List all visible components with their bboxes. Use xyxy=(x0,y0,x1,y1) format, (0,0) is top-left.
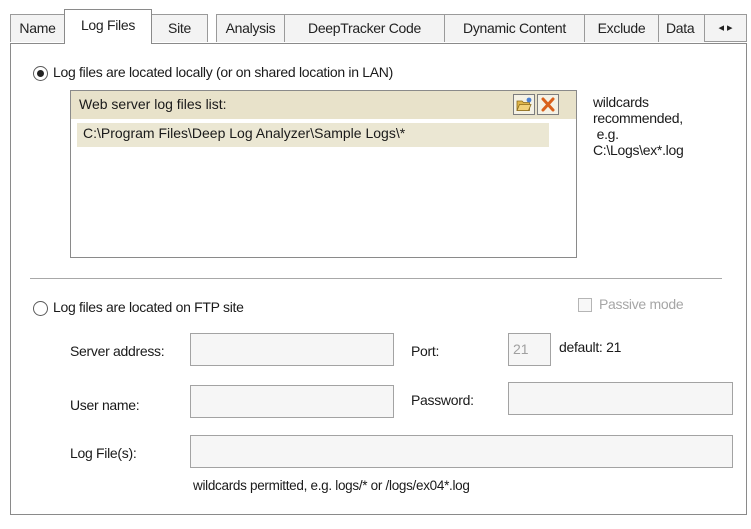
hint-line: e.g. xyxy=(593,126,619,142)
hint-line: wildcards xyxy=(593,94,649,110)
server-address-label: Server address: xyxy=(70,343,165,359)
tab-site[interactable]: Site xyxy=(151,14,208,42)
remove-log-file-button[interactable] xyxy=(537,94,559,115)
tab-exclude[interactable]: Exclude xyxy=(584,14,659,42)
tab-deeptracker-code[interactable]: DeepTracker Code xyxy=(284,14,445,42)
port-default-label: default: 21 xyxy=(559,339,622,355)
password-label: Password: xyxy=(411,392,474,408)
add-log-file-button[interactable] xyxy=(513,94,535,115)
scroll-left-icon[interactable]: ◂ xyxy=(718,22,724,34)
tab-strip: Name Log Files Site Analysis DeepTracker… xyxy=(0,0,751,44)
ftp-radio-label[interactable]: Log files are located on FTP site xyxy=(53,299,244,315)
tab-analysis[interactable]: Analysis xyxy=(216,14,285,42)
tab-log-files[interactable]: Log Files xyxy=(64,9,152,44)
hint-line: recommended, xyxy=(593,110,683,126)
list-item[interactable]: C:\Program Files\Deep Log Analyzer\Sampl… xyxy=(77,123,549,147)
port-label: Port: xyxy=(411,343,440,359)
tab-dynamic-content[interactable]: Dynamic Content xyxy=(444,14,585,42)
log-files-hint: wildcards permitted, e.g. logs/* or /log… xyxy=(193,478,470,493)
list-item-path: C:\Program Files\Deep Log Analyzer\Sampl… xyxy=(83,125,406,141)
user-name-label: User name: xyxy=(70,397,140,413)
port-input[interactable]: 21 xyxy=(508,333,551,366)
password-input[interactable] xyxy=(508,382,733,415)
user-name-input[interactable] xyxy=(190,385,394,418)
log-files-list[interactable]: Web server log files list: C:\Program Fi… xyxy=(70,90,577,258)
list-header: Web server log files list: xyxy=(71,91,576,119)
log-files-input[interactable] xyxy=(190,435,733,468)
log-files-label: Log File(s): xyxy=(70,445,137,461)
ftp-radio[interactable] xyxy=(33,301,48,316)
tab-scroll-buttons: ◂ ▸ xyxy=(704,14,747,42)
hint-line: C:\Logs\ex*.log xyxy=(593,142,684,158)
local-radio-label[interactable]: Log files are located locally (or on sha… xyxy=(53,64,393,80)
folder-open-icon xyxy=(516,97,532,111)
list-header-label: Web server log files list: xyxy=(79,96,227,112)
wildcard-hint: wildcards recommended, e.g. C:\Logs\ex*.… xyxy=(593,94,684,158)
scroll-right-icon[interactable]: ▸ xyxy=(727,22,733,34)
section-divider-highlight xyxy=(30,279,722,280)
tab-data[interactable]: Data xyxy=(658,14,708,42)
local-radio[interactable] xyxy=(33,66,48,81)
tab-name[interactable]: Name xyxy=(10,14,65,42)
server-address-input[interactable] xyxy=(190,333,394,366)
passive-mode-checkbox[interactable] xyxy=(578,298,592,312)
passive-mode-label[interactable]: Passive mode xyxy=(599,296,684,312)
delete-x-icon xyxy=(541,97,555,112)
